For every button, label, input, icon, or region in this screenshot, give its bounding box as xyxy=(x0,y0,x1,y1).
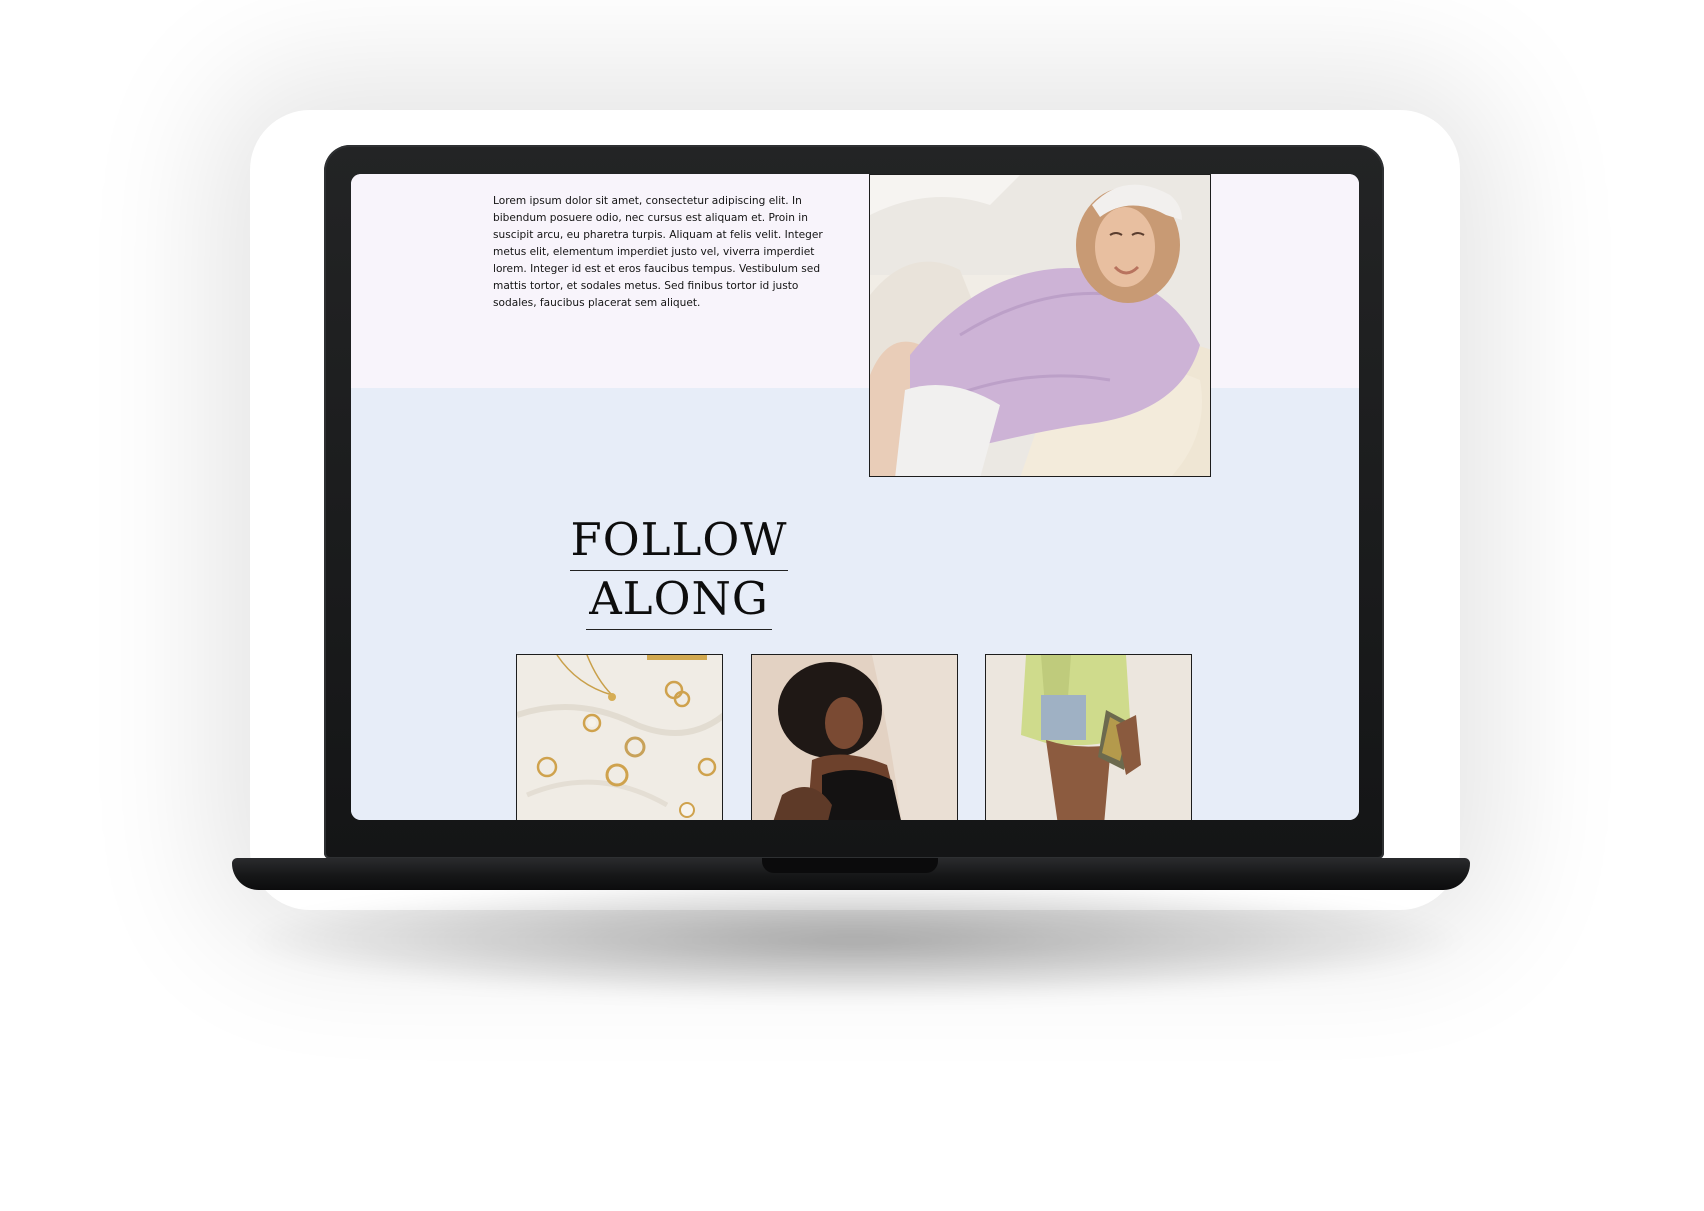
intro-paragraph: Lorem ipsum dolor sit amet, consectetur … xyxy=(493,195,823,309)
beach-illustration xyxy=(752,655,957,820)
gallery-photo-jewelry[interactable] xyxy=(516,654,723,820)
heading-line-2: ALONG xyxy=(589,572,769,625)
hero-photo-illustration xyxy=(870,175,1210,476)
follow-along-heading: FOLLOW ALONG xyxy=(569,514,789,630)
heading-divider-2 xyxy=(586,629,772,630)
heading-line-1: FOLLOW xyxy=(570,513,788,566)
laptop-screen: Lorem ipsum dolor sit amet, consectetur … xyxy=(351,174,1359,820)
laptop-notch xyxy=(762,858,938,873)
gallery-photo-beach[interactable] xyxy=(751,654,958,820)
heading-divider-1 xyxy=(570,570,788,571)
hero-photo xyxy=(869,174,1211,477)
device-shadow xyxy=(250,880,1460,1000)
gallery-photo-blazer[interactable] xyxy=(985,654,1192,820)
blazer-illustration xyxy=(986,655,1191,820)
jewelry-illustration xyxy=(517,655,722,820)
